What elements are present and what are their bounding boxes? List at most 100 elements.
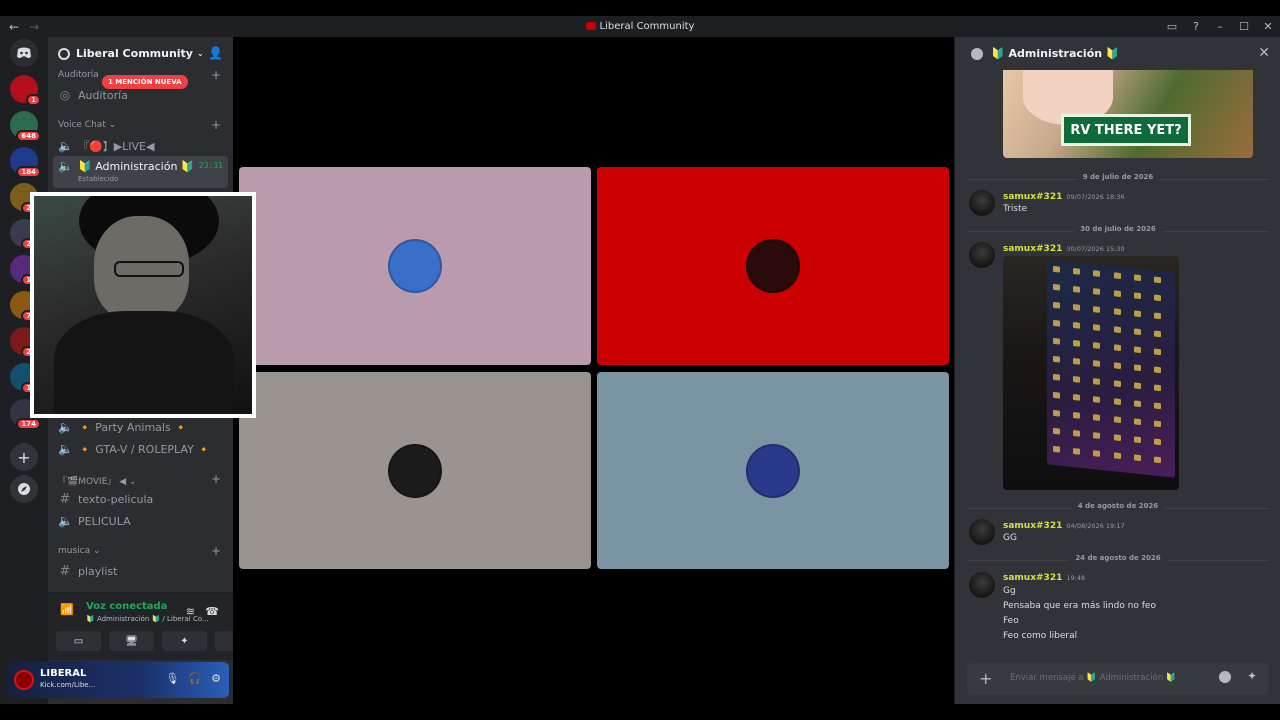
avatar[interactable] [14,670,34,690]
close-window-button[interactable]: ✕ [1256,16,1280,37]
message-text: GG [1003,533,1017,543]
image-banner-text: RV THERE YET? [1061,114,1191,146]
guild-icon [58,47,70,60]
chevron-down-icon: ⌄ [196,49,204,58]
message-input[interactable]: Enviar mensaje a 🔰 Administración 🔰 [1010,673,1176,683]
username[interactable]: LIBERAL [40,668,86,679]
stage-icon: ◎ [59,88,71,102]
message-text: Gg [1003,586,1016,596]
custom-status: Kick.com/Libe... [40,681,96,689]
signal-icon: 📶 [60,603,74,616]
server-icon[interactable]: 1 [10,75,41,106]
message-author[interactable]: samux#321 04/08/2026 19:17 [1003,521,1125,531]
channel-administracion[interactable]: 🔈 🔰 Administración 🔰 [58,159,195,173]
settings-gear-icon[interactable]: ⚙ [211,672,221,685]
unread-badge: 1 [26,94,41,106]
screen-share-icon[interactable]: 🖥 [109,631,154,651]
add-channel-icon[interactable]: + [211,544,221,558]
channel-texto-pelicula[interactable]: # texto-pelicula [58,492,154,507]
channel-pelicula[interactable]: 🔈 PELICULA [58,514,131,528]
explore-icon[interactable] [10,475,38,503]
webcam-feed [34,196,252,414]
channel-auditoria[interactable]: ◎ Auditoría [58,88,128,102]
guild-header[interactable]: Liberal Community ⌄ 👤 [48,37,233,70]
history-nav: ← → [0,20,39,34]
avatar[interactable] [969,190,995,216]
message-text: Feo como liberal [1003,631,1078,641]
participant-tile[interactable] [239,167,591,365]
message-author[interactable]: samux#321 30/07/2026 15:30 [1003,244,1125,254]
server-icon[interactable]: 648 [10,111,41,142]
new-mention-badge[interactable]: 1 MENCIÓN NUEVA [102,75,188,89]
add-channel-icon[interactable]: + [211,118,221,132]
server-icon[interactable]: 184 [10,147,41,178]
close-icon[interactable]: ✕ [1258,45,1270,61]
channel-playlist[interactable]: # playlist [58,564,118,579]
avatar[interactable] [969,242,995,268]
add-server-icon[interactable]: + [10,443,38,471]
avatar [388,239,442,293]
voice-status-title[interactable]: Voz conectada [86,601,167,612]
hash-icon: # [59,564,71,579]
image-attachment[interactable]: RV THERE YET? [1003,70,1253,158]
add-channel-icon[interactable]: + [211,472,221,486]
avatar[interactable] [969,572,995,598]
date-divider: 24 de agosto de 2026 [967,554,1269,566]
user-panel: LIBERAL Kick.com/Libe... 🎙 🎧 ⚙ [8,662,229,698]
participant-tile[interactable] [239,372,591,569]
message-text: Feo [1003,616,1019,626]
speaker-icon: 🔈 [58,159,73,173]
message-timestamp: 04/08/2026 19:17 [1066,522,1125,530]
window-title: Liberal Community [0,21,1280,32]
voice-stage [233,37,954,704]
disconnect-icon[interactable]: ☎ [205,605,219,618]
discord-home-icon[interactable] [10,39,38,67]
category-movie[interactable]: 『🎬MOVIE』 ◀ ⌄ [58,474,137,487]
invite-people-icon[interactable]: 👤 [208,46,223,60]
guild-name: Liberal Community [76,47,193,60]
category-auditoria[interactable]: Auditoría [58,70,99,80]
maximize-button[interactable]: ☐ [1232,16,1256,37]
hash-icon: # [59,492,71,507]
forward-arrow-icon[interactable]: → [29,20,39,34]
message-author[interactable]: samux#321 09/07/2026 18:36 [1003,192,1125,202]
help-icon[interactable]: ? [1184,16,1208,37]
window-title-text: Liberal Community [599,21,695,32]
avatar [746,239,800,293]
unread-badge: 184 [16,166,41,178]
add-channel-icon[interactable]: + [211,68,221,82]
participant-tile[interactable] [597,167,949,365]
noise-suppression-icon[interactable]: ≋ [186,605,195,618]
back-arrow-icon[interactable]: ← [9,20,19,34]
message-timestamp: 30/07/2026 15:30 [1066,245,1125,253]
photo-attachment[interactable] [1003,256,1179,490]
category-voice-chat[interactable]: Voice Chat ⌄ [58,120,116,130]
participant-tile[interactable] [597,372,949,569]
channel-gta-roleplay[interactable]: 🔈 🔸 GTA-V / ROLEPLAY 🔸 [58,442,211,456]
avatar [746,443,800,498]
date-divider: 30 de julio de 2026 [967,225,1269,237]
activities-icon[interactable]: ✦ [162,631,207,651]
avatar[interactable] [969,519,995,545]
camera-off-icon[interactable]: ▭ [56,631,101,651]
message-text: Triste [1003,204,1028,214]
date-divider: 4 de agosto de 2026 [967,502,1269,514]
speaker-icon: 🔈 [58,139,73,153]
channel-live[interactable]: 🔈 『🔴】▶LIVE◀ [58,138,154,154]
channel-status: Establecido [78,175,119,183]
unread-badge: 174 [16,418,41,430]
message-author[interactable]: samux#321 19:48 [1003,573,1085,583]
category-musica[interactable]: musica ⌄ [58,546,101,556]
channel-party-animals[interactable]: 🔈 🔸 Party Animals 🔸 [58,420,188,434]
speaker-icon: 🔈 [58,442,73,456]
minimize-button[interactable]: – [1208,16,1232,37]
microphone-icon[interactable]: 🎙 [165,672,179,685]
apps-icon[interactable]: ✦ [1247,669,1257,683]
unread-badge: 648 [16,130,41,142]
chat-header: 🔰 Administración 🔰 ✕ [955,37,1280,70]
inbox-icon[interactable]: ▭ [1160,16,1184,37]
voice-timer: 23:31 [198,161,223,170]
emoji-icon[interactable] [1219,671,1231,683]
headphones-icon[interactable]: 🎧 [188,672,202,685]
add-attachment-icon[interactable]: + [979,669,992,688]
